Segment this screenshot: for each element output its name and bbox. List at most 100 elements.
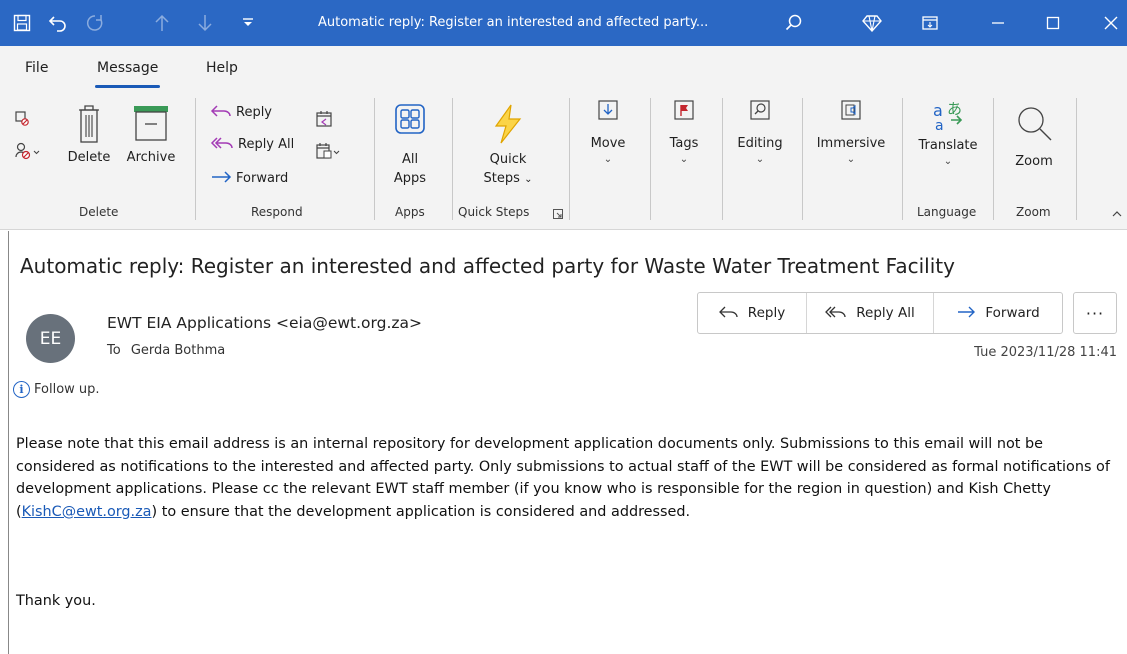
chevron-down-icon: ⌄	[755, 154, 765, 165]
separator	[902, 98, 903, 220]
delete-group-label: Delete	[79, 205, 119, 219]
chevron-down-icon: ⌄	[603, 154, 613, 165]
email-link[interactable]: KishC@ewt.org.za	[22, 504, 152, 520]
forward-label: Forward	[985, 305, 1040, 321]
svg-text:a: a	[935, 118, 944, 132]
save-icon[interactable]	[8, 0, 36, 46]
tags-label: Tags	[669, 136, 699, 151]
tab-file[interactable]: File	[25, 60, 48, 76]
diamond-icon[interactable]	[858, 0, 886, 46]
reply-all-label: Reply All	[856, 305, 915, 321]
arrow-up-icon[interactable]	[150, 0, 174, 46]
reply-label: Reply	[236, 104, 273, 120]
move-button[interactable]: Move ⌄	[580, 98, 636, 165]
followup-flag[interactable]: i Follow up.	[13, 381, 100, 398]
language-group-label: Language	[917, 205, 977, 219]
reply-label: Reply	[747, 305, 786, 321]
apps-group-label: Apps	[395, 205, 425, 219]
maximize-icon[interactable]	[1030, 0, 1076, 46]
tab-help[interactable]: Help	[206, 60, 238, 76]
reply-all-button[interactable]: Reply All	[210, 136, 294, 152]
ribbon: Delete Archive Delete Reply Reply All Fo…	[0, 90, 1127, 230]
separator	[650, 98, 651, 220]
close-icon[interactable]	[1094, 0, 1127, 46]
forward-button[interactable]: Forward	[934, 293, 1062, 333]
reply-all-button[interactable]: Reply All	[807, 293, 934, 333]
separator	[993, 98, 994, 220]
chevron-down-icon: ⌄	[524, 174, 533, 185]
reply-button[interactable]: Reply	[210, 104, 272, 120]
message-actions: Reply Reply All Forward	[697, 292, 1063, 334]
archive-button[interactable]: Archive	[118, 104, 184, 165]
all-apps-label-1: All	[401, 152, 419, 167]
message-subject: Automatic reply: Register an interested …	[20, 254, 955, 278]
separator	[452, 98, 453, 220]
separator	[1076, 98, 1077, 220]
menu-bar: File Message Help	[0, 46, 1127, 90]
body-text-end: ) to ensure that the development applica…	[151, 503, 691, 520]
avatar[interactable]: EE	[26, 314, 75, 363]
move-label: Move	[590, 136, 626, 151]
ribbon-display-options-icon[interactable]	[916, 0, 944, 46]
customize-toolbar-icon[interactable]	[237, 0, 259, 46]
arrow-down-icon[interactable]	[193, 0, 217, 46]
message-date: Tue 2023/11/28 11:41	[974, 345, 1117, 360]
separator	[569, 98, 570, 220]
translate-button[interactable]: aあa Translate ⌄	[912, 98, 984, 167]
respond-group-label: Respond	[251, 205, 303, 219]
all-apps-label-2: Apps	[393, 171, 427, 186]
archive-label: Archive	[126, 150, 176, 165]
collapse-ribbon-icon[interactable]	[1112, 208, 1122, 223]
forward-label: Forward	[236, 170, 289, 186]
quick-steps-group-label: Quick Steps	[458, 205, 530, 219]
immersive-button[interactable]: Immersive ⌄	[810, 98, 892, 165]
immersive-label: Immersive	[816, 136, 886, 151]
message-body: Please note that this email address is a…	[16, 433, 1121, 523]
translate-label: Translate	[918, 138, 978, 153]
window-title: Automatic reply: Register an interested …	[318, 15, 709, 30]
more-respond-icon[interactable]	[315, 142, 341, 164]
ignore-icon[interactable]	[15, 110, 29, 130]
reply-all-label: Reply All	[238, 136, 295, 152]
recipient-line: To Gerda Bothma	[107, 343, 231, 358]
undo-icon[interactable]	[44, 0, 72, 46]
quick-steps-label-1: Quick	[489, 152, 527, 167]
chevron-down-icon: ⌄	[943, 156, 953, 167]
separator	[722, 98, 723, 220]
dialog-launcher-icon[interactable]	[553, 208, 563, 223]
meeting-reply-icon[interactable]	[315, 110, 333, 132]
quick-steps-label-2: Steps	[483, 171, 520, 186]
tab-message[interactable]: Message	[94, 60, 161, 88]
delete-label: Delete	[67, 150, 111, 165]
all-apps-button[interactable]: All Apps	[388, 104, 432, 188]
redo-icon[interactable]	[80, 0, 108, 46]
forward-button[interactable]: Forward	[210, 170, 288, 186]
editing-label: Editing	[737, 136, 783, 151]
editing-button[interactable]: Editing ⌄	[732, 98, 788, 165]
block-sender-icon[interactable]	[15, 142, 41, 164]
recipient-name[interactable]: Gerda Bothma	[131, 343, 225, 358]
chevron-down-icon: ⌄	[679, 154, 689, 165]
info-icon: i	[13, 381, 30, 398]
search-icon[interactable]	[780, 0, 808, 46]
zoom-group-label: Zoom	[1016, 205, 1051, 219]
separator	[195, 98, 196, 220]
sender-name[interactable]: EWT EIA Applications <eia@ewt.org.za>	[107, 314, 422, 332]
reply-button[interactable]: Reply	[698, 293, 807, 333]
separator	[374, 98, 375, 220]
message-closing: Thank you.	[16, 593, 96, 609]
delete-button[interactable]: Delete	[66, 104, 112, 165]
quick-steps-button[interactable]: Quick Steps ⌄	[475, 104, 541, 189]
followup-label: Follow up.	[34, 382, 100, 397]
zoom-button[interactable]: Zoom	[1004, 104, 1064, 169]
svg-text:あ: あ	[947, 100, 962, 118]
more-actions-button[interactable]: ···	[1073, 292, 1117, 334]
minimize-icon[interactable]	[975, 0, 1021, 46]
tags-button[interactable]: Tags ⌄	[660, 98, 708, 165]
to-label: To	[107, 343, 121, 358]
title-bar: Automatic reply: Register an interested …	[0, 0, 1127, 46]
zoom-label: Zoom	[1015, 154, 1053, 169]
reading-pane-border	[8, 231, 9, 654]
chevron-down-icon: ⌄	[846, 154, 856, 165]
separator	[802, 98, 803, 220]
